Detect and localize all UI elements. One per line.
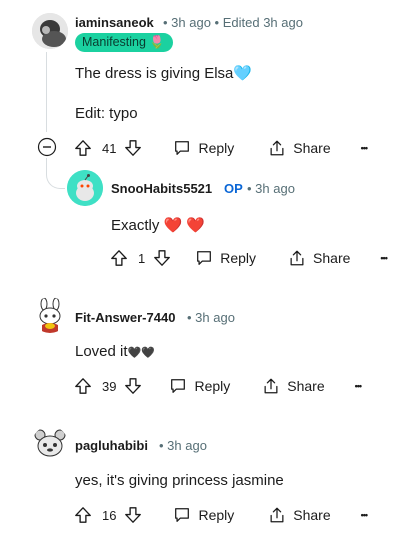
reply-label: Reply <box>220 250 257 266</box>
reply-button[interactable]: Reply <box>173 506 234 524</box>
downvote-button[interactable] <box>153 249 171 267</box>
share-icon <box>270 140 284 156</box>
comment-text: Exactly <box>111 217 160 234</box>
reply-bubble-icon <box>171 379 186 393</box>
comment-author[interactable]: iaminsaneok <box>75 15 154 30</box>
reply-connector <box>46 158 65 189</box>
downvote-arrow-icon <box>125 378 142 394</box>
reply-button[interactable]: Reply <box>169 377 230 395</box>
share-label: Share <box>313 250 351 266</box>
share-button[interactable]: Share <box>268 139 331 157</box>
upvote-button[interactable] <box>110 249 128 267</box>
reply-button[interactable]: Reply <box>195 249 256 267</box>
more-options-icon: ••• <box>380 253 388 263</box>
upvote-button[interactable] <box>74 377 92 395</box>
comment-body: The dress is giving Elsa🩵 <box>75 64 252 82</box>
user-flair: Manifesting 🌷 <box>75 33 173 52</box>
share-label: Share <box>293 507 331 523</box>
comment-time: • 3h ago <box>247 181 295 196</box>
more-options-button[interactable]: ••• <box>354 381 363 391</box>
comment-time: • 3h ago <box>159 438 207 453</box>
more-options-button[interactable]: ••• <box>360 143 369 153</box>
upvote-arrow-icon <box>75 140 91 156</box>
user-avatar[interactable] <box>32 297 68 333</box>
comment-actions: 39 Reply Share ••• <box>74 371 363 401</box>
upvote-button[interactable] <box>74 506 92 524</box>
more-options-button[interactable]: ••• <box>360 510 369 520</box>
user-avatar[interactable] <box>32 426 68 462</box>
share-icon <box>264 378 278 394</box>
share-icon <box>270 507 284 523</box>
share-button[interactable]: Share <box>268 506 331 524</box>
vote-count: 16 <box>102 507 117 523</box>
reply-label: Reply <box>198 507 235 523</box>
reply-bubble-icon <box>175 508 190 522</box>
comment-actions: 16 Reply Share ••• <box>74 500 369 530</box>
collapse-thread-button[interactable] <box>37 137 57 157</box>
reply-bubble-icon <box>197 251 212 265</box>
time-text: 3h ago <box>195 310 235 325</box>
downvote-button[interactable] <box>124 506 142 524</box>
comment-body: Exactly ❤️ ❤️ <box>111 216 205 234</box>
time-text: 3h ago <box>167 438 207 453</box>
time-text: 3h ago <box>171 15 211 30</box>
share-button[interactable]: Share <box>288 249 350 267</box>
share-label: Share <box>287 378 325 394</box>
comment-text: Loved it <box>75 343 128 360</box>
comment-body: yes, it's giving princess jasmine <box>75 472 284 489</box>
comment-author[interactable]: Fit-Answer-7440 <box>75 310 175 325</box>
downvote-arrow-icon <box>125 507 142 523</box>
edited-text: Edited 3h ago <box>222 15 303 30</box>
flair-emoji: 🌷 <box>149 35 165 49</box>
upvote-button[interactable] <box>74 139 92 157</box>
downvote-button[interactable] <box>124 377 142 395</box>
upvote-arrow-icon <box>111 250 127 266</box>
comment-time: • 3h ago • Edited 3h ago <box>163 15 303 30</box>
more-options-button[interactable]: ••• <box>380 253 388 263</box>
comment-body: Loved it🖤🖤 <box>75 343 155 360</box>
comment-emoji: ❤️ ❤️ <box>163 217 206 234</box>
flair-text: Manifesting <box>82 35 146 49</box>
comment-author[interactable]: SnooHabits5521 <box>111 181 212 196</box>
downvote-arrow-icon <box>125 140 142 156</box>
upvote-arrow-icon <box>75 378 91 394</box>
upvote-arrow-icon <box>75 507 91 523</box>
user-avatar[interactable] <box>32 13 68 49</box>
comment-actions: 1 Reply Share ••• <box>110 243 388 273</box>
comment-actions: 41 Reply Share ••• <box>74 133 369 163</box>
comment-emoji: 🩵 <box>233 65 253 82</box>
reply-label: Reply <box>198 140 235 156</box>
share-label: Share <box>293 140 331 156</box>
vote-count: 41 <box>102 140 117 156</box>
comment-time: • 3h ago <box>187 310 235 325</box>
reply-label: Reply <box>194 378 231 394</box>
minus-circle-icon <box>37 137 57 157</box>
share-icon <box>290 250 304 266</box>
user-avatar[interactable] <box>67 170 103 206</box>
edit-note: Edit: typo <box>75 105 138 122</box>
more-options-icon: ••• <box>354 381 363 391</box>
reply-bubble-icon <box>175 141 190 155</box>
vote-count: 1 <box>138 250 146 266</box>
comment-emoji: 🖤🖤 <box>127 347 155 359</box>
downvote-button[interactable] <box>124 139 142 157</box>
share-button[interactable]: Share <box>262 377 325 395</box>
op-badge: OP <box>224 181 243 196</box>
reply-button[interactable]: Reply <box>173 139 234 157</box>
downvote-arrow-icon <box>154 250 171 266</box>
more-options-icon: ••• <box>360 510 369 520</box>
thread-line[interactable] <box>46 52 47 132</box>
comment-text: The dress is giving Elsa <box>75 65 234 82</box>
comment-author[interactable]: pagluhabibi <box>75 438 148 453</box>
more-options-icon: ••• <box>360 143 369 153</box>
vote-count: 39 <box>102 378 117 394</box>
time-text: 3h ago <box>255 181 295 196</box>
